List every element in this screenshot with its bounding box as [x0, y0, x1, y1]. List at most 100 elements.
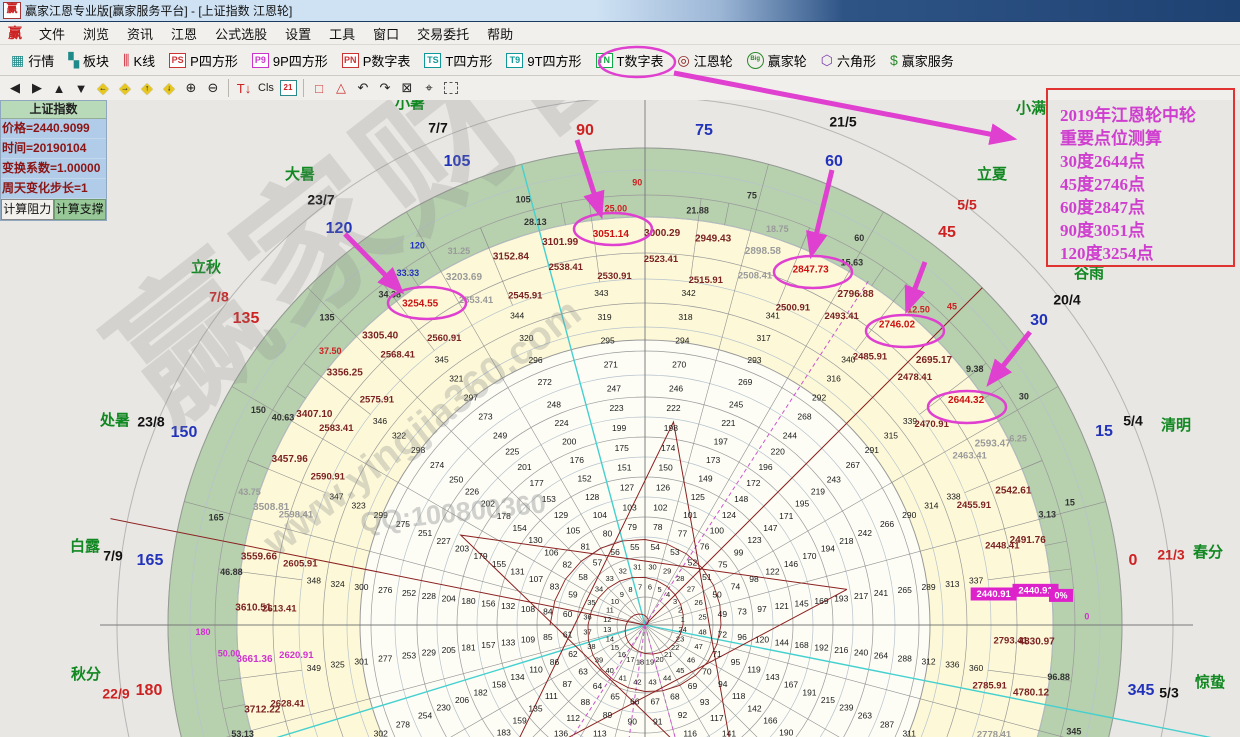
toolbar-jiangenlun[interactable]: ◎江恩轮 — [671, 47, 740, 73]
center-tool-button[interactable]: ⌖ — [418, 78, 440, 98]
pointer-up-button[interactable]: ▲ — [48, 78, 70, 98]
spiral-number: 242 — [858, 528, 872, 538]
spiral-number: 17 — [626, 655, 634, 664]
outer-term-label: 谷雨 — [1074, 265, 1104, 282]
menu-item-4[interactable]: 公式选股 — [206, 24, 276, 43]
spiral-number: 316 — [827, 373, 841, 383]
spiral-number: 225 — [505, 446, 519, 456]
spiral-number: 278 — [396, 720, 410, 730]
outer-term-label: 小满 — [1016, 100, 1046, 117]
spiral-number: 2 — [678, 605, 682, 614]
candlestick-icon: ⫼ — [123, 53, 129, 67]
info-row-1: 时间=20190104 — [1, 139, 106, 159]
pan-left-button[interactable]: ◆← — [92, 78, 114, 98]
spiral-number: 1 — [681, 615, 685, 624]
spiral-number: 167 — [784, 680, 798, 690]
calendar-button[interactable]: 21 — [277, 78, 299, 98]
square-tool-button[interactable]: □ — [308, 78, 330, 98]
spiral-number: 47 — [694, 642, 702, 651]
degree-label: 45 — [947, 301, 957, 311]
menu-item-5[interactable]: 设置 — [276, 24, 320, 43]
select-tool-button[interactable] — [440, 78, 462, 98]
toolbar-p-table[interactable]: PNP数字表 — [335, 47, 418, 73]
toolbar-liujiaoxing[interactable]: ⬡六角形 — [814, 47, 883, 73]
spiral-number: 127 — [620, 482, 634, 492]
annotation-line-4: 60度2847点 — [1060, 196, 1233, 219]
text-tool-button[interactable]: T↓ — [233, 78, 255, 98]
toolbar-p-square[interactable]: PSP四方形 — [162, 47, 245, 73]
spiral-number: 253 — [402, 650, 416, 660]
menu-item-1[interactable]: 浏览 — [74, 24, 118, 43]
menu-item-6[interactable]: 工具 — [320, 24, 364, 43]
cls-button[interactable]: Cls — [255, 78, 277, 98]
spiral-number: 87 — [563, 679, 573, 689]
spiral-number: 63 — [578, 667, 588, 677]
annotation-line-2: 30度2644点 — [1060, 150, 1233, 173]
spiral-number: 96 — [737, 632, 747, 642]
menu-item-8[interactable]: 交易委托 — [408, 24, 478, 43]
spiral-number: 273 — [478, 411, 492, 421]
menu-item-7[interactable]: 窗口 — [364, 24, 408, 43]
delete-tool-button[interactable]: ⊠ — [396, 78, 418, 98]
next-button[interactable]: ▶ — [26, 78, 48, 98]
badge: TS — [424, 53, 441, 68]
toolbar-9t-square[interactable]: T99T四方形 — [499, 47, 588, 73]
prev-button[interactable]: ◀ — [4, 78, 26, 98]
info-row-3: 周天变化步长=1 — [1, 179, 106, 199]
toolbar-bankuai[interactable]: ▚板块 — [61, 47, 116, 73]
spiral-number: 344 — [510, 311, 524, 321]
toolbar-fuwu[interactable]: $赢家服务 — [883, 47, 961, 73]
dollar-icon: $ — [890, 53, 898, 67]
spiral-number: 132 — [501, 601, 515, 611]
toolbar-separator — [228, 79, 229, 97]
spiral-number: 65 — [610, 691, 620, 701]
spiral-number: 221 — [721, 418, 735, 428]
toolbar-kline[interactable]: ⫼K线 — [116, 47, 162, 73]
toolbar-yingjialun[interactable]: Big赢家轮 — [740, 47, 814, 73]
toolbar-9p-square[interactable]: P99P四方形 — [245, 47, 335, 73]
price-inner-label: 2590.91 — [311, 472, 346, 483]
menu-item-3[interactable]: 江恩 — [162, 24, 206, 43]
outer-date-label: 7/7 — [428, 120, 448, 136]
outer-date-label: 7/9 — [103, 548, 123, 564]
spiral-number: 5 — [657, 585, 661, 594]
spiral-number: 317 — [757, 333, 771, 343]
spiral-number: 23 — [676, 635, 684, 644]
spiral-number: 217 — [854, 591, 868, 601]
spiral-number: 61 — [563, 629, 573, 639]
toolbar-t-square[interactable]: TST四方形 — [417, 47, 499, 73]
menu-item-9[interactable]: 帮助 — [478, 24, 522, 43]
triangle-tool-button[interactable]: △ — [330, 78, 352, 98]
price-outer-label: 3051.14 — [593, 229, 630, 240]
menu-item-2[interactable]: 资讯 — [118, 24, 162, 43]
rotate-cw-button[interactable]: ↷ — [374, 78, 396, 98]
window-title: 赢家江恩专业版[赢家服务平台] - [上证指数 江恩轮] — [25, 2, 292, 19]
spiral-number: 144 — [775, 637, 789, 647]
toolbar-hangqing[interactable]: ▦行情 — [4, 47, 61, 73]
spiral-number: 40 — [606, 666, 614, 675]
spiral-number: 240 — [854, 648, 868, 658]
menu-item-0[interactable]: 文件 — [30, 24, 74, 43]
rotate-ccw-button[interactable]: ↶ — [352, 78, 374, 98]
pointer-down-button[interactable]: ▼ — [70, 78, 92, 98]
calc-resistance-button[interactable]: 计算阻力 — [1, 199, 54, 220]
degree-label: 135 — [320, 312, 335, 322]
zoom-out-button[interactable]: ⊖ — [202, 78, 224, 98]
spiral-number: 98 — [749, 574, 759, 584]
pan-right-button[interactable]: ◆→ — [114, 78, 136, 98]
spiral-number: 109 — [521, 635, 535, 645]
zoom-in-button[interactable]: ⊕ — [180, 78, 202, 98]
spiral-number: 226 — [465, 487, 479, 497]
pan-up-button[interactable]: ◆↑ — [136, 78, 158, 98]
spiral-number: 53 — [670, 547, 680, 557]
spiral-number: 90 — [627, 716, 637, 726]
outer-date-label: 21/5 — [829, 114, 856, 130]
instrument-title: 上证指数 — [1, 101, 106, 119]
spiral-number: 149 — [698, 473, 712, 483]
pan-down-button[interactable]: ◆↓ — [158, 78, 180, 98]
spiral-number: 24 — [679, 625, 687, 634]
calc-support-button[interactable]: 计算支撑 — [54, 199, 107, 220]
toolbar-t-table[interactable]: TNT数字表 — [589, 47, 671, 73]
spiral-number: 34 — [595, 585, 603, 594]
spiral-number: 8 — [628, 585, 632, 594]
